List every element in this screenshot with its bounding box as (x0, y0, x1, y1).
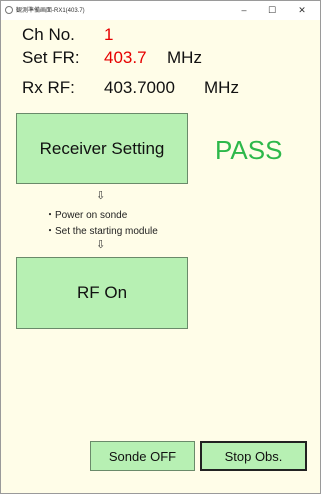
instruction-step: ・Set the starting module (45, 226, 158, 237)
channel-label: Ch No. (22, 25, 75, 44)
minimize-icon[interactable]: – (233, 3, 255, 17)
instruction-step: ・Power on sonde (45, 210, 128, 221)
title-bar: 観測準備画面-RX1(403.7) – ☐ ✕ (1, 1, 320, 20)
stop-obs-button[interactable]: Stop Obs. (200, 441, 307, 471)
set-fr-label: Set FR: (22, 48, 80, 67)
channel-value: 1 (104, 25, 114, 44)
rx-rf-unit: MHz (204, 78, 239, 97)
receiver-setting-button[interactable]: Receiver Setting (16, 113, 188, 184)
app-window: 観測準備画面-RX1(403.7) – ☐ ✕ Ch No. 1 Set FR:… (0, 0, 321, 494)
rx-rf-value: 403.7000 (104, 78, 175, 97)
rf-on-button[interactable]: RF On (16, 257, 188, 329)
close-icon[interactable]: ✕ (291, 3, 313, 17)
status-pass: PASS (215, 135, 283, 165)
rx-rf-label: Rx RF: (22, 78, 75, 97)
set-fr-unit: MHz (167, 48, 202, 67)
down-arrow-icon: ⇩ (96, 190, 106, 202)
set-fr-value: 403.7 (104, 48, 147, 67)
app-icon (5, 6, 13, 14)
maximize-icon[interactable]: ☐ (261, 3, 283, 17)
down-arrow-icon: ⇩ (96, 239, 106, 251)
window-title: 観測準備画面-RX1(403.7) (16, 8, 85, 14)
sonde-off-button[interactable]: Sonde OFF (90, 441, 195, 471)
